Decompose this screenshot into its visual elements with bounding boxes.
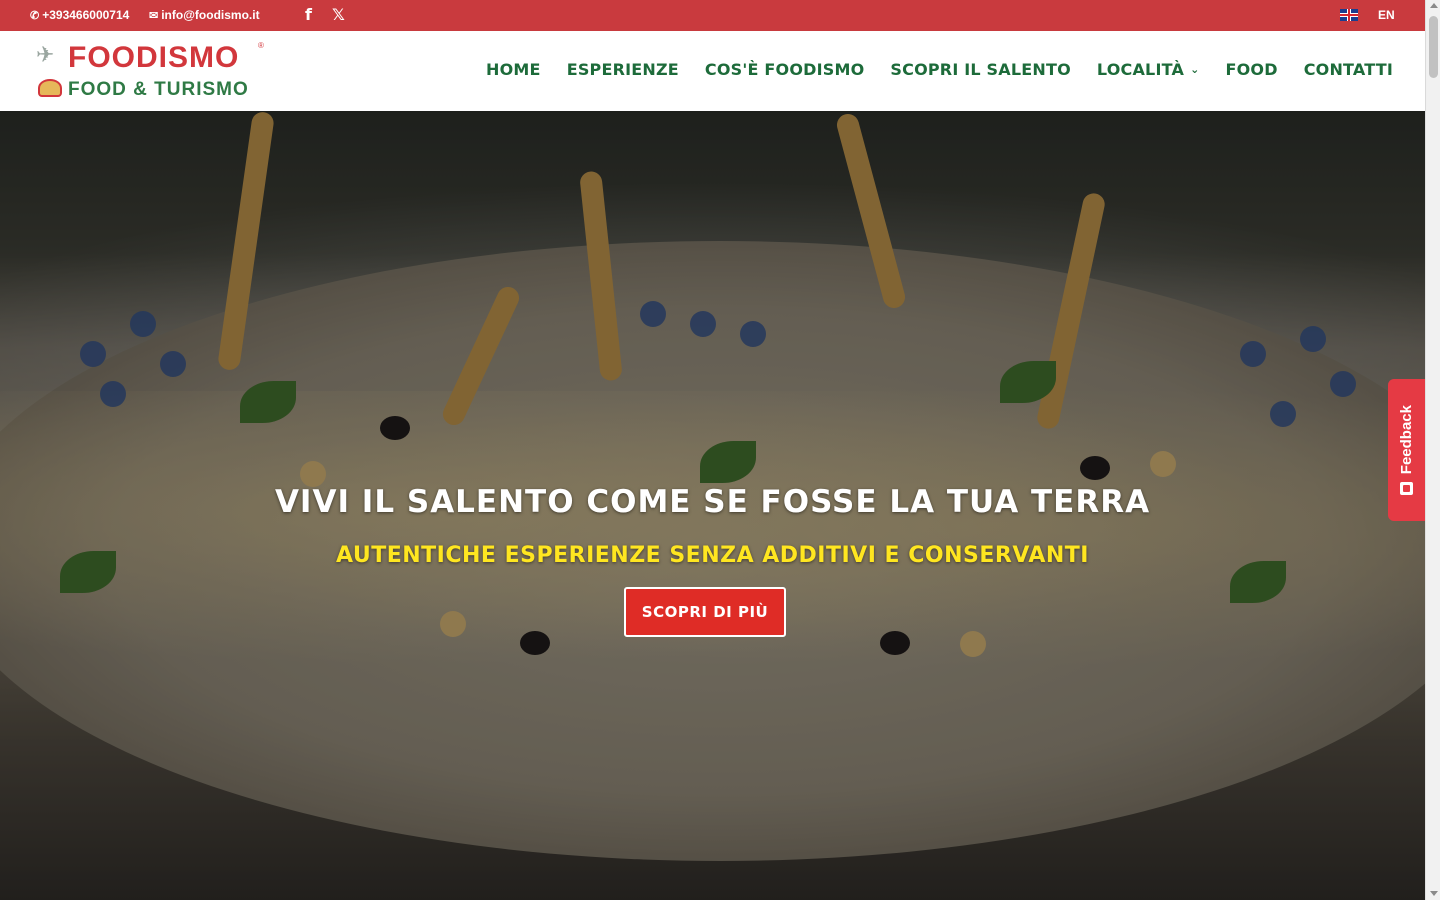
nav-contatti[interactable]: CONTATTI	[1304, 60, 1393, 79]
nav-contatti-label: CONTATTI	[1303, 60, 1393, 79]
site-header: ✈ FOODISMO ® FOOD & TURISMO HOME ESPERIE…	[0, 31, 1425, 111]
airplane-icon: ✈	[36, 43, 55, 68]
pasta-plate-icon	[38, 79, 62, 97]
scrollbar-thumb[interactable]	[1429, 16, 1438, 78]
feedback-label: Feedback	[1398, 404, 1415, 475]
nav-localita-label: LOCALITÀ	[1096, 60, 1185, 79]
x-icon[interactable]: 𝕏	[332, 5, 345, 24]
facebook-icon[interactable]: f	[305, 5, 312, 24]
site-logo[interactable]: ✈ FOODISMO ® FOOD & TURISMO	[36, 39, 276, 103]
nav-esperienze[interactable]: ESPERIENZE	[567, 60, 679, 79]
main-nav: HOME ESPERIENZE COS'È FOODISMO SCOPRI IL…	[486, 60, 1393, 79]
email-link[interactable]: ✉ info@foodismo.it	[149, 8, 260, 22]
hero-subtitle: AUTENTICHE ESPERIENZE SENZA ADDITIVI E C…	[336, 543, 1089, 568]
nav-scopri-label: SCOPRI IL SALENTO	[890, 60, 1071, 79]
scopri-di-piu-button[interactable]: SCOPRI DI PIÙ	[624, 587, 786, 637]
phone-link[interactable]: ✆ +393466000714	[30, 8, 129, 22]
feedback-icon	[1400, 482, 1413, 496]
registered-mark: ®	[258, 41, 264, 50]
nav-home[interactable]: HOME	[486, 60, 541, 79]
envelope-icon: ✉	[149, 9, 159, 22]
language-switcher[interactable]: EN	[1340, 8, 1395, 22]
language-label[interactable]: EN	[1378, 8, 1395, 22]
hero-section: VIVI IL SALENTO COME SE FOSSE LA TUA TER…	[0, 111, 1425, 900]
top-bar: ✆ +393466000714 ✉ info@foodismo.it f 𝕏 E…	[0, 0, 1425, 31]
nav-food[interactable]: FOOD	[1225, 60, 1277, 79]
nav-food-label: FOOD	[1225, 60, 1278, 79]
logo-title: FOODISMO	[68, 41, 240, 74]
feedback-tab[interactable]: Feedback	[1388, 379, 1425, 521]
phone-number: +393466000714	[42, 8, 130, 22]
nav-esperienze-label: ESPERIENZE	[566, 60, 679, 79]
uk-flag-icon[interactable]	[1340, 9, 1358, 21]
phone-icon: ✆	[30, 9, 40, 22]
page-scrollbar[interactable]	[1425, 0, 1440, 900]
nav-cose-foodismo[interactable]: COS'È FOODISMO	[705, 60, 864, 79]
logo-subtitle: FOOD & TURISMO	[68, 79, 249, 100]
email-address: info@foodismo.it	[161, 8, 260, 22]
nav-home-label: HOME	[486, 60, 541, 79]
hero-title: VIVI IL SALENTO COME SE FOSSE LA TUA TER…	[274, 484, 1151, 520]
nav-scopri-il-salento[interactable]: SCOPRI IL SALENTO	[890, 60, 1071, 79]
nav-localita[interactable]: LOCALITÀ ⌄	[1097, 60, 1200, 79]
scroll-down-arrow-icon[interactable]	[1430, 891, 1438, 896]
chevron-down-icon: ⌄	[1190, 63, 1200, 76]
scroll-up-arrow-icon[interactable]	[1430, 3, 1438, 8]
nav-cose-foodismo-label: COS'È FOODISMO	[704, 60, 865, 79]
